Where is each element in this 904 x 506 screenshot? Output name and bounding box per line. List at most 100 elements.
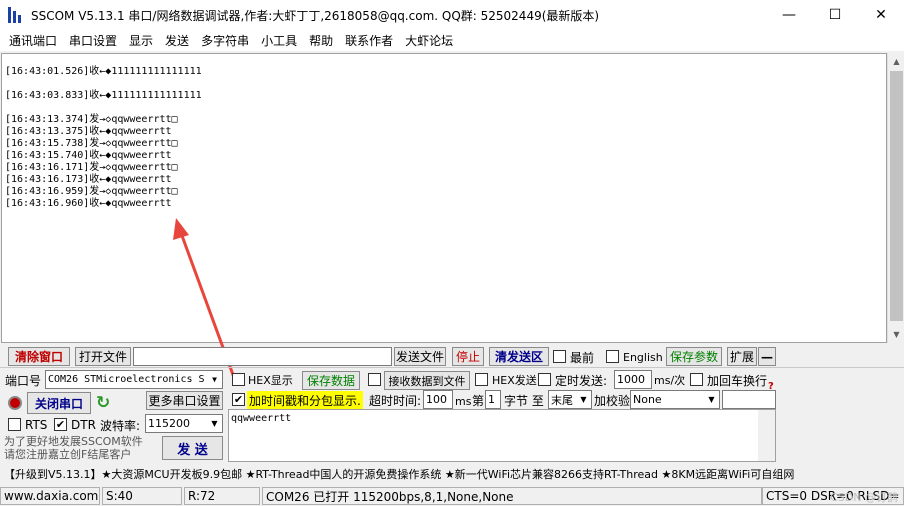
scrollbar-thumb[interactable] bbox=[890, 71, 903, 321]
chevron-down-icon: ▼ bbox=[211, 419, 218, 428]
timeout-unit-label: ms bbox=[455, 394, 472, 408]
website-link[interactable]: www.daxia.com bbox=[0, 487, 100, 505]
receive-line bbox=[5, 102, 202, 114]
baud-select[interactable]: 115200 ▼ bbox=[145, 414, 223, 433]
clear-window-button[interactable]: 清除窗口 bbox=[8, 347, 70, 366]
maximize-button[interactable]: ☐ bbox=[812, 0, 858, 30]
timeout-input[interactable]: 100 bbox=[423, 390, 453, 409]
timed-interval-input[interactable]: 1000 bbox=[614, 370, 652, 389]
topmost-label: 最前 bbox=[570, 350, 595, 365]
topmost-checkbox[interactable] bbox=[553, 350, 566, 363]
timestamp-label: 加时间戳和分包显示. bbox=[247, 391, 363, 409]
receive-line: [16:43:16.960]收←◆qqwweerrtt bbox=[5, 198, 172, 209]
receive-line: [16:43:03.833]收←◆111111111111111 bbox=[5, 90, 202, 101]
hex-display-label: HEX显示 bbox=[248, 374, 293, 387]
expand-button[interactable]: 扩展 bbox=[727, 347, 757, 366]
file-path-input[interactable] bbox=[133, 347, 392, 366]
open-file-button[interactable]: 打开文件 bbox=[75, 347, 131, 366]
minimize-button[interactable]: — bbox=[766, 0, 812, 30]
recv-to-file-checkbox[interactable] bbox=[368, 373, 381, 386]
baud-select-value: 115200 bbox=[148, 417, 190, 430]
received-count: R:72 bbox=[184, 487, 260, 505]
receive-area[interactable]: [16:43:01.526]收←◆111111111111111 [16:43:… bbox=[1, 53, 887, 343]
register-promo[interactable]: 为了更好地发展SSCOM软件 请您注册嘉立创F结尾客户 bbox=[4, 435, 160, 461]
receive-line: [16:43:13.374]发→◇qqwweerrtt□ bbox=[5, 114, 178, 125]
menu-send[interactable]: 发送 bbox=[159, 32, 195, 49]
port-select[interactable]: COM26 STMicroelectronics S ▼ bbox=[45, 370, 223, 389]
window-title: SSCOM V5.13.1 串口/网络数据调试器,作者:大虾丁丁,2618058… bbox=[31, 8, 600, 23]
status-bar: www.daxia.com S:40 R:72 COM26 已打开 115200… bbox=[0, 486, 904, 506]
hex-send-label: HEX发送 bbox=[492, 374, 537, 387]
title-bar: SSCOM V5.13.1 串口/网络数据调试器,作者:大虾丁丁,2618058… bbox=[0, 0, 904, 30]
receive-scrollbar[interactable]: ▲ ▼ bbox=[887, 53, 904, 343]
dtr-label: DTR bbox=[71, 418, 96, 432]
rts-checkbox[interactable] bbox=[8, 418, 21, 431]
close-port-button[interactable]: 关闭串口 bbox=[27, 392, 91, 414]
scroll-up-icon[interactable]: ▲ bbox=[888, 53, 904, 70]
send-button[interactable]: 发 送 bbox=[162, 436, 223, 460]
timed-send-checkbox[interactable] bbox=[538, 373, 551, 386]
nth-byte-input[interactable]: 1 bbox=[485, 390, 501, 409]
baud-label: 波特率: bbox=[100, 418, 141, 433]
send-input[interactable]: qqwweerrtt bbox=[228, 409, 776, 462]
timed-unit-label: ms/次 bbox=[654, 374, 686, 387]
receive-line: [16:43:15.740]收←◆qqwweerrtt bbox=[5, 150, 172, 161]
app-icon bbox=[8, 7, 24, 23]
english-checkbox[interactable] bbox=[606, 350, 619, 363]
timed-send-label: 定时发送: bbox=[555, 373, 608, 388]
menu-serial-settings[interactable]: 串口设置 bbox=[63, 32, 123, 49]
receive-line: [16:43:15.738]发→◇qqwweerrtt□ bbox=[5, 138, 178, 149]
menu-forum[interactable]: 大虾论坛 bbox=[399, 32, 459, 49]
hex-send-checkbox[interactable] bbox=[475, 373, 488, 386]
save-data-button[interactable]: 保存数据 bbox=[302, 371, 360, 390]
port-status-led-icon bbox=[8, 396, 22, 410]
checksum-select[interactable]: None ▼ bbox=[630, 390, 720, 409]
menu-tools[interactable]: 小工具 bbox=[255, 32, 303, 49]
checksum-extra-input[interactable] bbox=[722, 390, 776, 409]
chevron-down-icon: ▼ bbox=[212, 375, 217, 384]
receive-line: [16:43:16.171]发→◇qqwweerrtt□ bbox=[5, 162, 178, 173]
recv-to-file-button[interactable]: 接收数据到文件 bbox=[384, 371, 470, 390]
collapse-button[interactable]: — bbox=[758, 347, 776, 366]
promo-text: 为了更好地发展SSCOM软件 请您注册嘉立创F结尾客户 bbox=[4, 435, 143, 461]
menu-contact-author[interactable]: 联系作者 bbox=[339, 32, 399, 49]
menu-multi-string[interactable]: 多字符串 bbox=[195, 32, 255, 49]
receive-line: [16:43:16.959]发→◇qqwweerrtt□ bbox=[5, 186, 178, 197]
end-select[interactable]: 末尾 ▼ bbox=[548, 390, 592, 409]
menu-bar: 通讯端口 串口设置 显示 发送 多字符串 小工具 帮助 联系作者 大虾论坛 bbox=[0, 30, 904, 51]
clear-send-button[interactable]: 清发送区 bbox=[489, 347, 549, 366]
chevron-down-icon: ▼ bbox=[580, 395, 587, 404]
hex-display-checkbox[interactable] bbox=[232, 373, 245, 386]
stop-button[interactable]: 停止 bbox=[452, 347, 484, 366]
send-file-button[interactable]: 发送文件 bbox=[394, 347, 446, 366]
ad-ticker[interactable]: 【升级到V5.13.1】★大资源MCU开发板9.9包邮 ★RT-Thread中国… bbox=[0, 464, 904, 484]
dtr-checkbox[interactable]: ✔ bbox=[54, 418, 67, 431]
menu-display[interactable]: 显示 bbox=[123, 32, 159, 49]
byte-to-label: 字节 至 bbox=[504, 393, 544, 408]
receive-line: [16:43:01.526]收←◆111111111111111 bbox=[5, 66, 202, 77]
checksum-label: 加校验 bbox=[594, 393, 631, 408]
close-button[interactable]: ✕ bbox=[858, 0, 904, 30]
port-state: COM26 已打开 115200bps,8,1,None,None bbox=[262, 487, 762, 505]
menu-help[interactable]: 帮助 bbox=[303, 32, 339, 49]
timeout-label: 超时时间: bbox=[369, 393, 422, 408]
refresh-icon[interactable]: ↻ bbox=[96, 393, 110, 413]
english-label: English bbox=[623, 350, 663, 364]
nth-label: 第 bbox=[472, 393, 485, 408]
menu-comm-port[interactable]: 通讯端口 bbox=[3, 32, 63, 49]
receive-line bbox=[5, 78, 202, 90]
save-params-button[interactable]: 保存参数 bbox=[666, 347, 722, 366]
port-label: 端口号 bbox=[5, 373, 42, 388]
scroll-down-icon[interactable]: ▼ bbox=[888, 326, 904, 343]
divider bbox=[0, 367, 904, 368]
checksum-select-value: None bbox=[633, 393, 662, 406]
add-crlf-checkbox[interactable] bbox=[690, 373, 703, 386]
more-serial-settings-button[interactable]: 更多串口设置 bbox=[146, 391, 223, 410]
timestamp-checkbox[interactable]: ✔ bbox=[232, 393, 245, 406]
send-scrollbar[interactable] bbox=[758, 410, 775, 461]
rts-label: RTS bbox=[25, 418, 48, 432]
chevron-down-icon: ▼ bbox=[708, 395, 715, 404]
add-crlf-label: 加回车换行 bbox=[707, 373, 768, 388]
port-select-value: COM26 STMicroelectronics S bbox=[48, 374, 205, 385]
receive-line: [16:43:13.375]收←◆qqwweerrtt bbox=[5, 126, 172, 137]
